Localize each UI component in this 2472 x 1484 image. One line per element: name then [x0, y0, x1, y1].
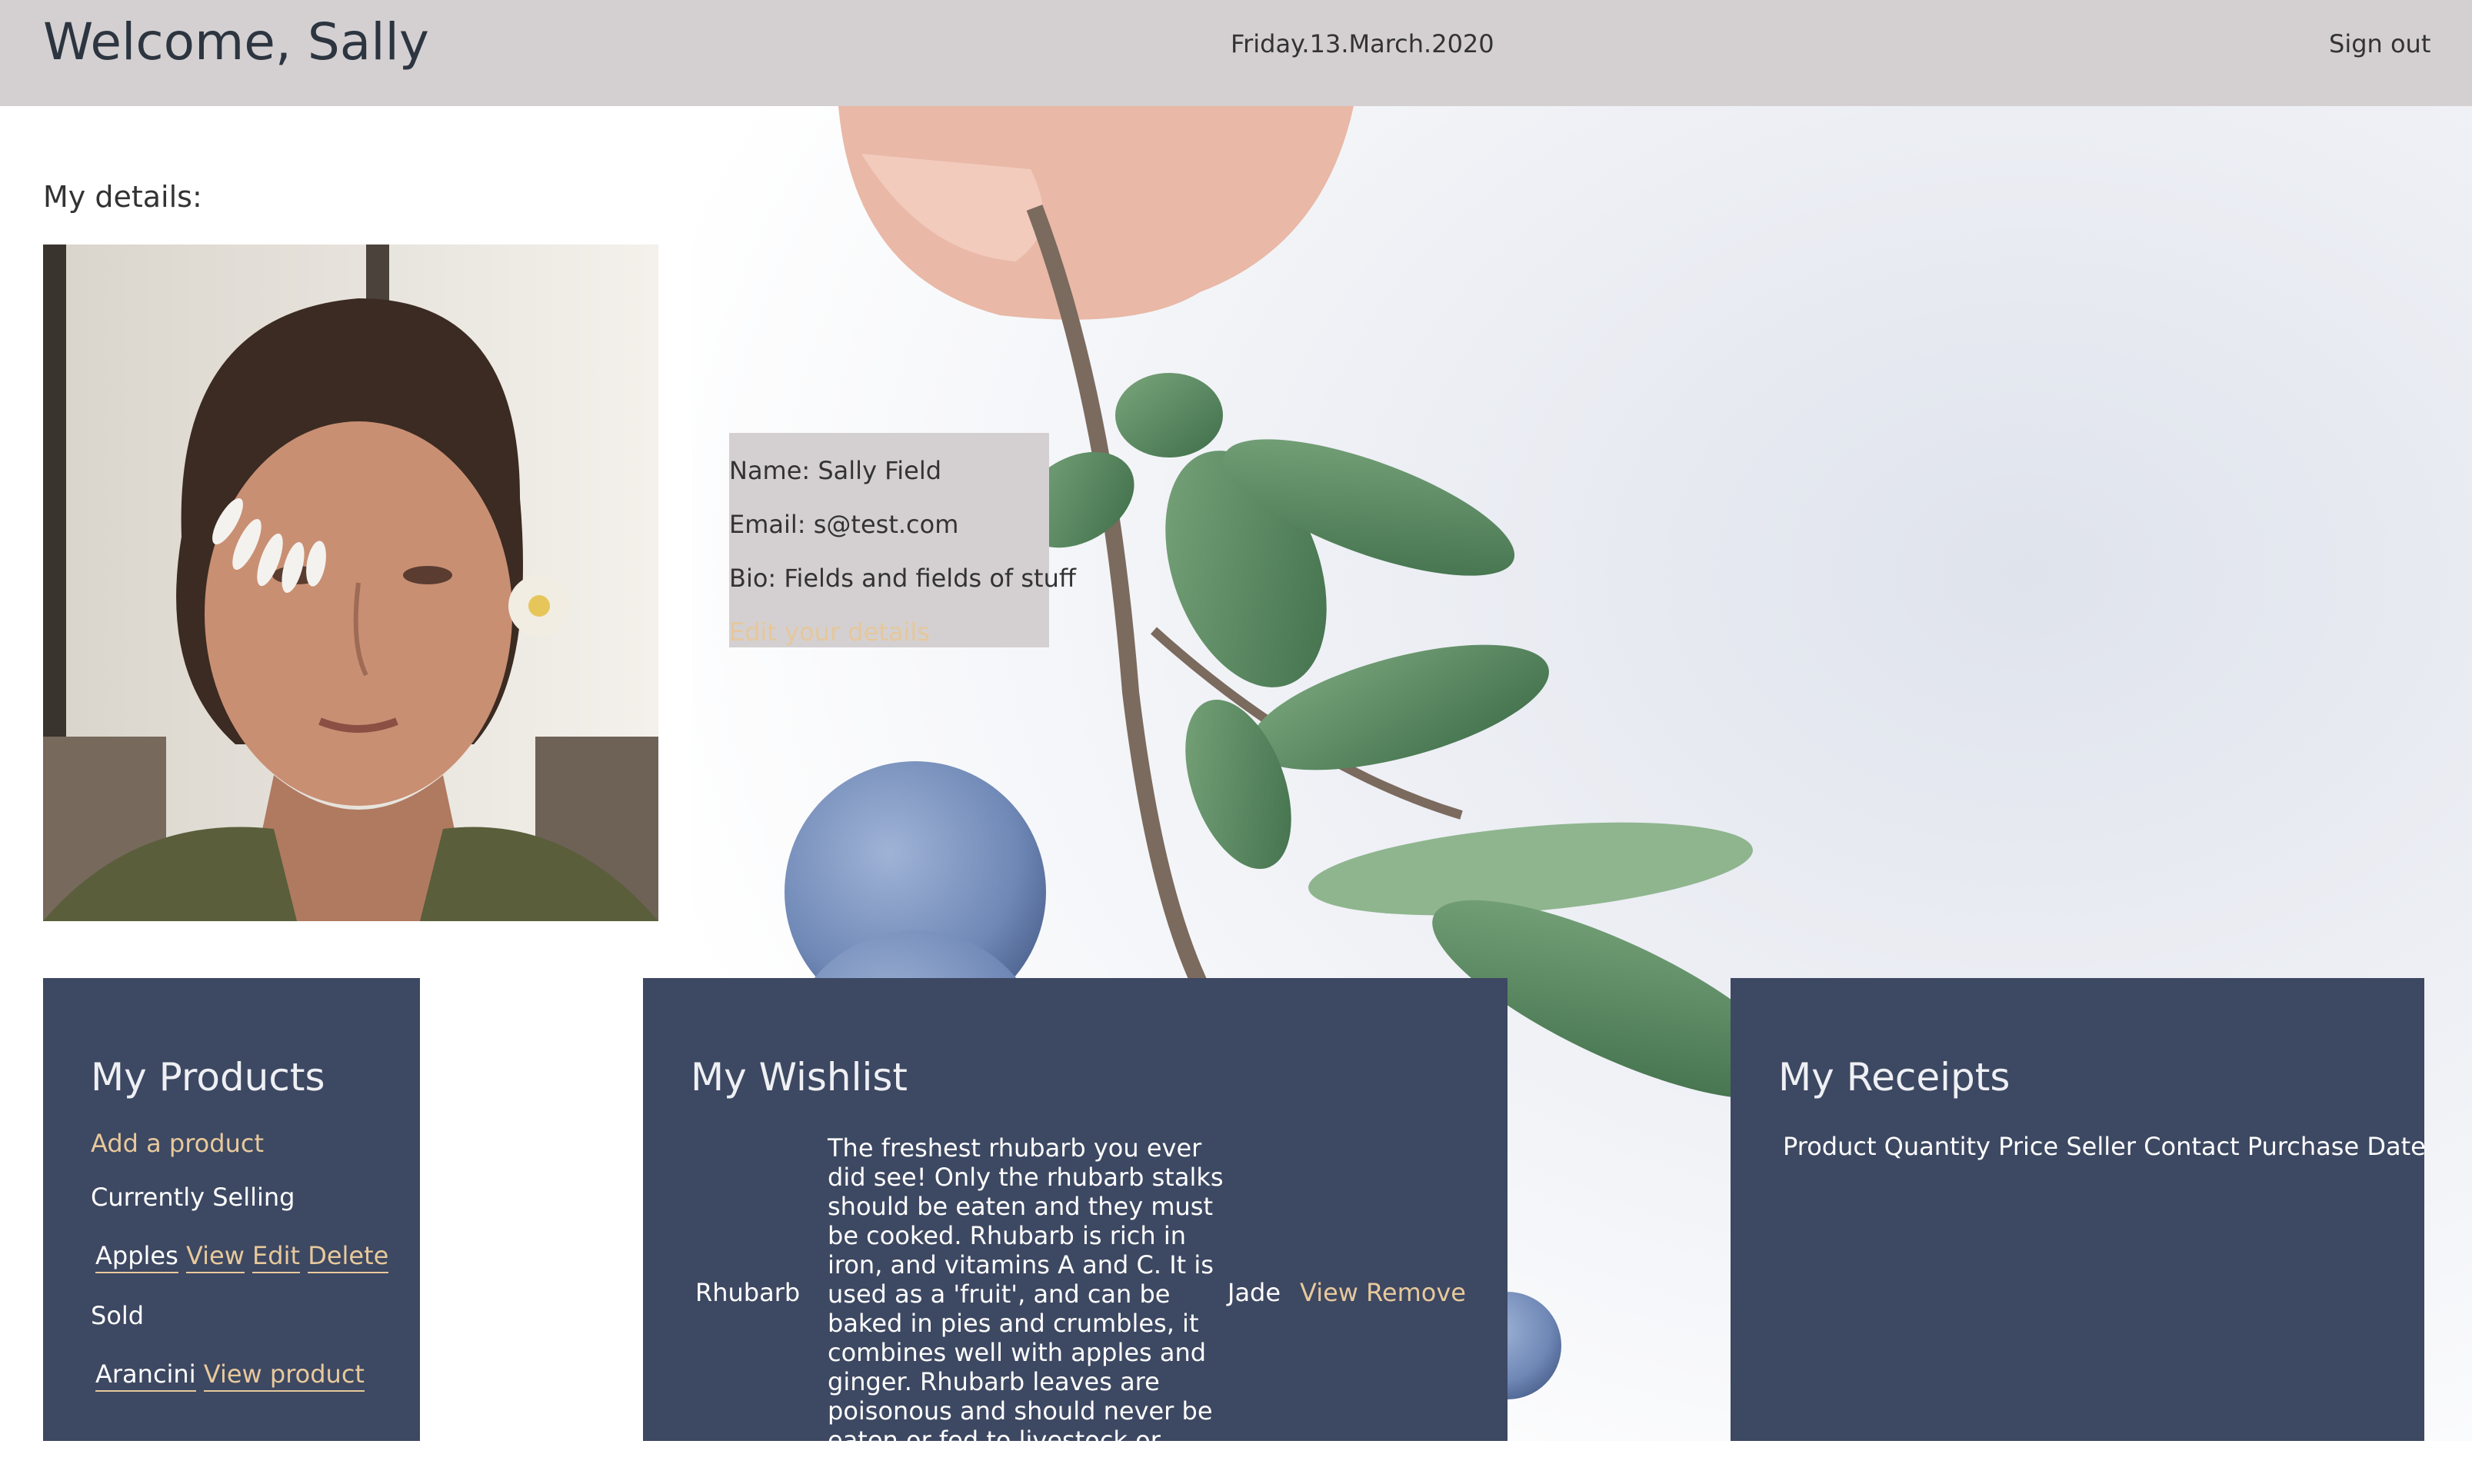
profile-photo: [43, 245, 658, 921]
my-wishlist-title: My Wishlist: [691, 1055, 908, 1100]
edit-product-link[interactable]: Edit: [252, 1241, 301, 1273]
detail-bio: Bio: Fields and fields of stuff: [729, 564, 1076, 593]
current-date: Friday.13.March.2020: [1231, 29, 1494, 58]
view-product-link[interactable]: View: [185, 1241, 245, 1273]
details-card: Name: Sally Field Email: s@test.com Bio:…: [729, 433, 1076, 647]
add-product-link[interactable]: Add a product: [91, 1129, 264, 1158]
my-receipts-panel: My Receipts Product Quantity Price Selle…: [1731, 978, 2426, 1441]
view-sold-product-link[interactable]: View product: [203, 1359, 365, 1392]
sold-heading: Sold: [91, 1301, 145, 1330]
my-receipts-title: My Receipts: [1778, 1055, 2011, 1100]
delete-product-link[interactable]: Delete: [308, 1241, 389, 1273]
selling-row: Apples View Edit Delete: [95, 1241, 389, 1273]
wishlist-item-description: The freshest rhubarb you ever did see! O…: [828, 1133, 1224, 1484]
top-header: Welcome, Sally Friday.13.March.2020 Sign…: [0, 0, 2472, 106]
sign-out-link[interactable]: Sign out: [2329, 29, 2430, 58]
receipts-col-price: Price: [1998, 1132, 2059, 1161]
currently-selling-heading: Currently Selling: [91, 1183, 295, 1212]
receipts-col-purchase-date: Purchase Date: [2247, 1132, 2426, 1161]
wishlist-remove-link[interactable]: Remove: [1366, 1278, 1466, 1307]
receipts-col-product: Product: [1783, 1132, 1877, 1161]
my-products-title: My Products: [91, 1055, 325, 1100]
wishlist-view-link[interactable]: View: [1300, 1278, 1358, 1307]
sold-row: Arancini View product: [95, 1359, 365, 1392]
wishlist-item-seller: Jade: [1228, 1278, 1281, 1307]
my-products-panel: My Products Add a product Currently Sell…: [43, 978, 420, 1441]
wishlist-item-name: Rhubarb: [695, 1278, 801, 1307]
sold-product-name: Arancini: [95, 1359, 196, 1392]
receipts-table-header: Product Quantity Price Seller Contact Pu…: [1783, 1132, 2426, 1161]
edit-details-link[interactable]: Edit your details: [729, 617, 930, 647]
detail-name: Name: Sally Field: [729, 456, 942, 485]
my-details-heading: My details:: [43, 180, 202, 214]
receipts-col-quantity: Quantity: [1884, 1132, 1991, 1161]
receipts-col-seller: Seller: [2066, 1132, 2136, 1161]
wishlist-actions: View Remove: [1300, 1278, 1466, 1307]
receipts-col-contact: Contact: [2144, 1132, 2240, 1161]
welcome-heading: Welcome, Sally: [43, 12, 429, 72]
profile-photo-illustration: [43, 245, 658, 921]
detail-email: Email: s@test.com: [729, 510, 959, 539]
selling-product-name: Apples: [95, 1241, 178, 1273]
